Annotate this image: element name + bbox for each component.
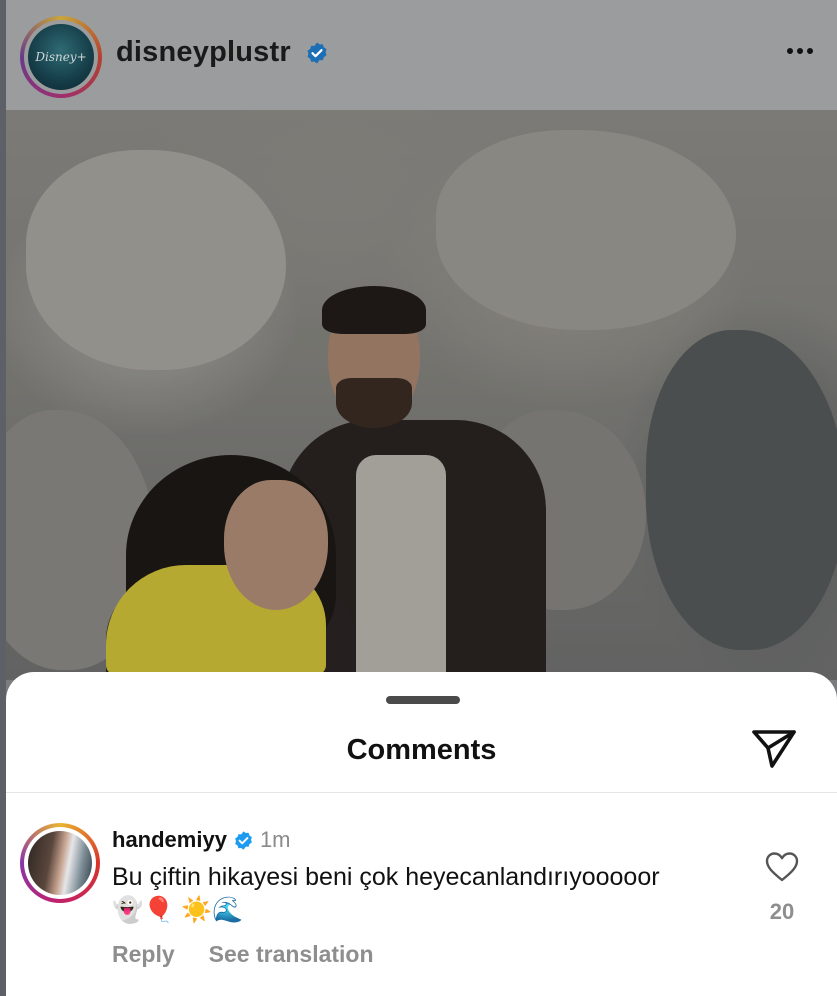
heart-outline-icon[interactable] [764,851,800,883]
see-translation-button[interactable]: See translation [209,941,374,968]
comments-sheet: Comments handemiyy 1m Bu çiftin hikayesi… [6,672,837,996]
profile-avatar[interactable]: Disney+ [20,16,102,98]
like-count: 20 [769,899,795,924]
comment-timestamp: 1m [259,827,291,852]
sheet-title: Comments [346,734,497,766]
verified-badge-icon [307,42,327,64]
more-horizontal-icon[interactable] [787,48,813,54]
comment-item: handemiyy 1m Bu çiftin hikayesi beni çok… [6,793,837,996]
post-username[interactable]: disneyplustr [116,36,329,69]
verified-badge-icon [235,830,252,850]
commenter-avatar[interactable] [20,823,100,903]
reply-button[interactable]: Reply [112,941,175,968]
post-header: Disney+ disneyplustr [6,0,837,110]
commenter-username-label: handemiyy [112,827,227,852]
comment-text: Bu çiftin hikayesi beni çok heyecanlandı… [112,863,660,924]
post-username-label: disneyplustr [116,36,291,68]
comment-actions: Reply See translation [112,941,374,968]
photo-dim-overlay [6,110,837,680]
sheet-grabber[interactable] [386,696,460,704]
send-icon[interactable] [750,726,798,770]
commenter-username[interactable]: handemiyy 1m [112,827,291,853]
post-photo[interactable] [6,110,837,680]
commenter-avatar-image [28,831,92,895]
disney-plus-logo: Disney+ [28,24,94,90]
